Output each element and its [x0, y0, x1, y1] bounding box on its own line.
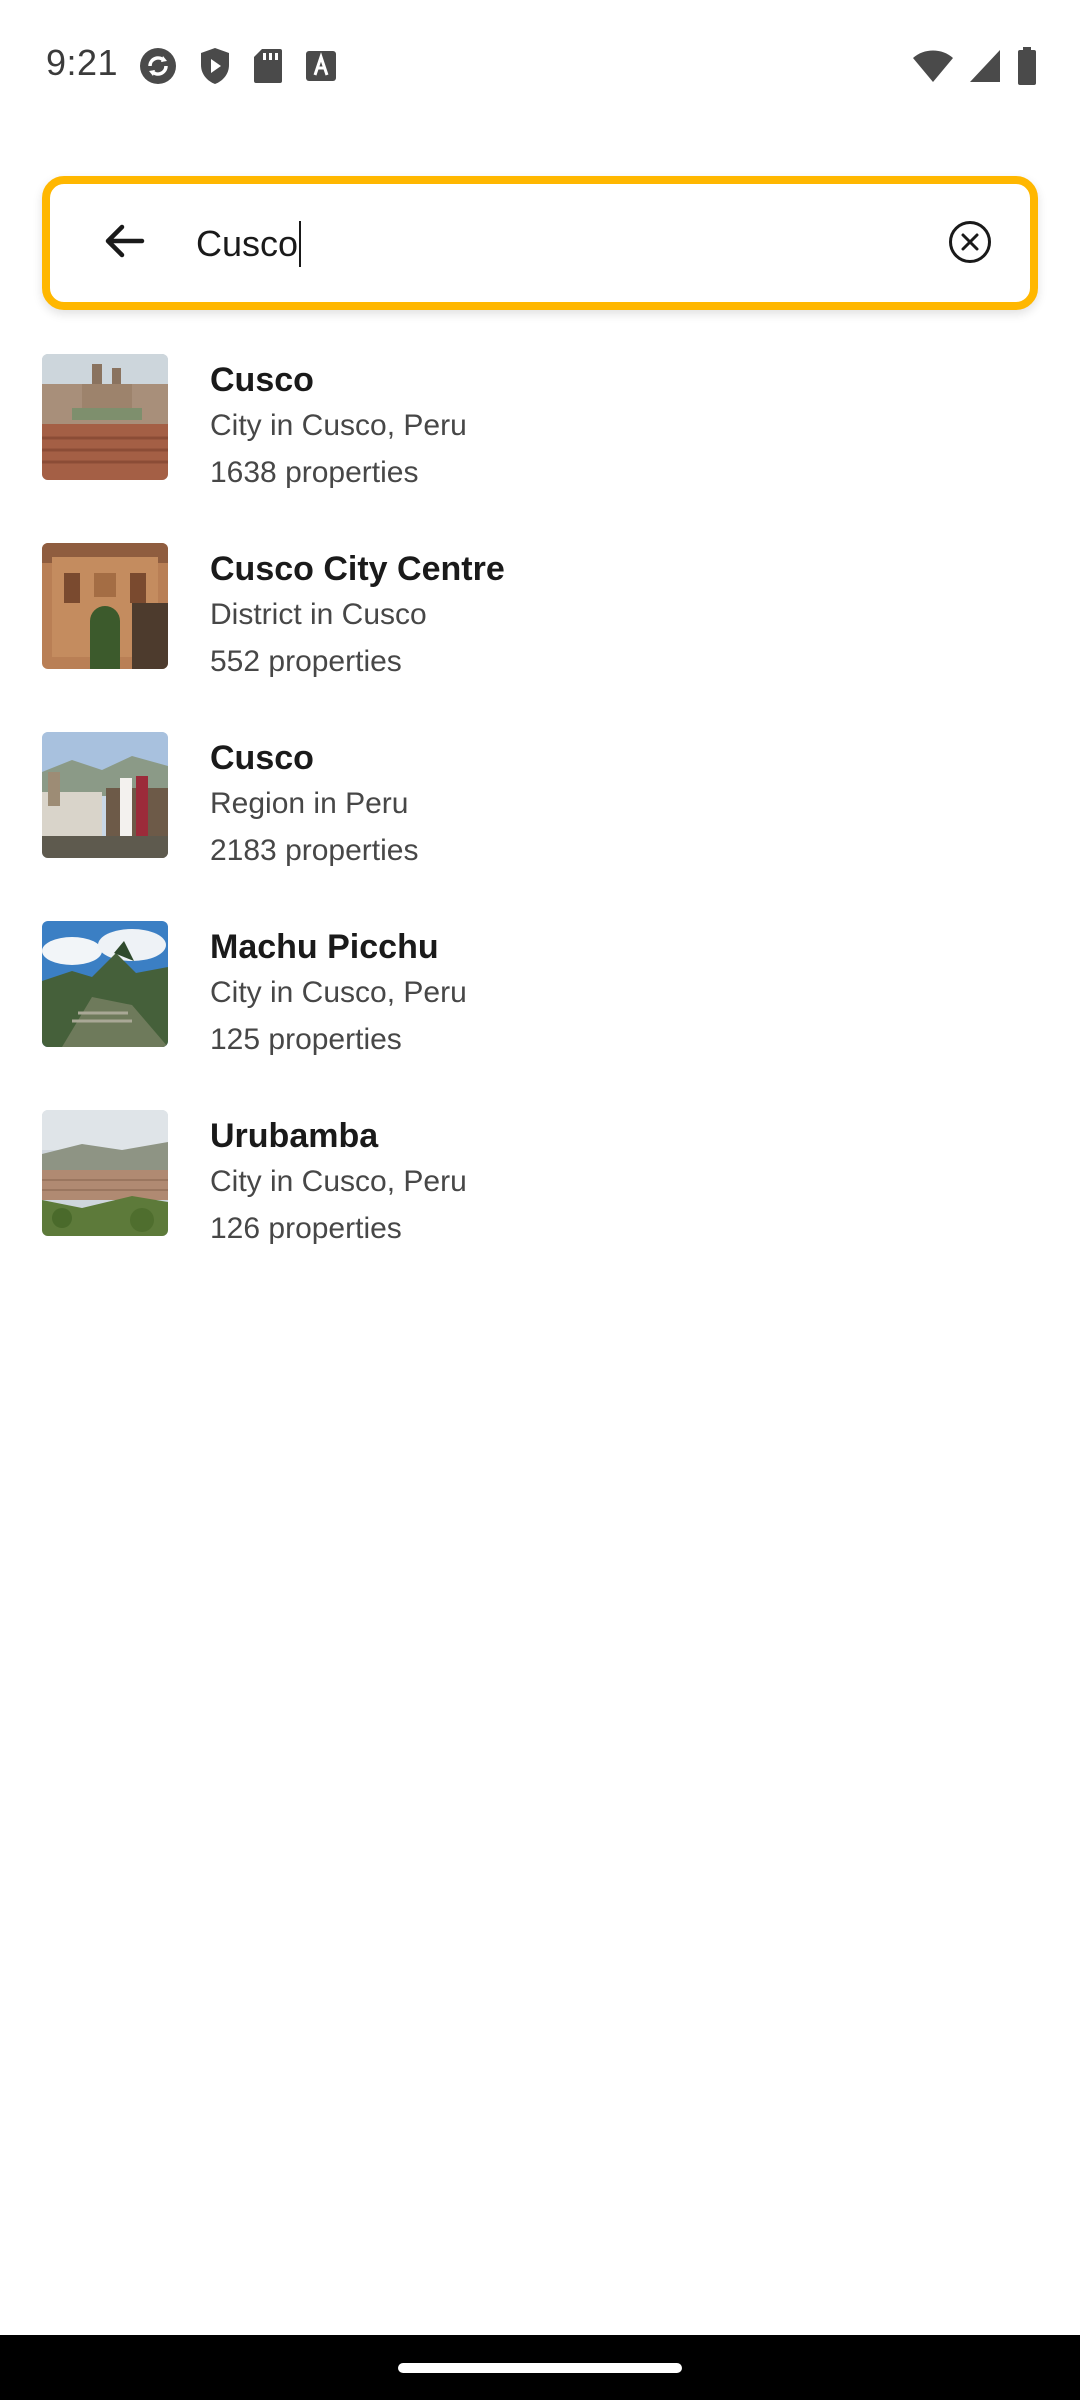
cusco-city-photo — [42, 354, 168, 480]
cellular-signal-icon — [968, 48, 1002, 84]
shield-play-icon — [198, 46, 232, 86]
sync-icon — [138, 46, 178, 86]
search-input[interactable]: Cusco — [196, 214, 302, 274]
status-time: 9:21 — [46, 42, 119, 83]
result-item-urubamba[interactable]: Urubamba City in Cusco, Peru 126 propert… — [0, 1096, 1080, 1285]
result-subtitle: District in Cusco — [210, 598, 427, 631]
urubamba-valley-photo — [42, 1110, 168, 1236]
result-text: Cusco City in Cusco, Peru 1638 propertie… — [210, 356, 467, 496]
result-text: Cusco City Centre District in Cusco 552 … — [210, 545, 505, 685]
battery-icon — [1016, 46, 1038, 86]
result-property-count: 1638 properties — [210, 456, 419, 489]
result-item-cusco-region[interactable]: Cusco Region in Peru 2183 properties — [0, 718, 1080, 907]
result-property-count: 552 properties — [210, 645, 402, 678]
status-system-icons — [912, 46, 1038, 86]
search-input-value: Cusco — [196, 223, 299, 264]
cusco-region-photo — [42, 732, 168, 858]
result-subtitle: City in Cusco, Peru — [210, 976, 467, 1009]
sd-card-icon — [252, 47, 284, 85]
result-property-count: 2183 properties — [210, 834, 419, 867]
result-title: Cusco — [210, 361, 314, 399]
cathedral-photo — [42, 543, 168, 669]
clear-circle-icon — [947, 219, 993, 270]
status-bar: 9:21 — [0, 0, 1080, 132]
home-indicator[interactable] — [398, 2363, 682, 2373]
search-results-list: Cusco City in Cusco, Peru 1638 propertie… — [0, 340, 1080, 1285]
wifi-icon — [912, 48, 954, 84]
result-title: Cusco City Centre — [210, 550, 505, 588]
result-property-count: 125 properties — [210, 1023, 402, 1056]
result-property-count: 126 properties — [210, 1212, 402, 1245]
result-subtitle: City in Cusco, Peru — [210, 1165, 467, 1198]
arrow-back-icon — [100, 217, 148, 270]
result-item-cusco-city[interactable]: Cusco City in Cusco, Peru 1638 propertie… — [0, 340, 1080, 529]
machu-picchu-photo — [42, 921, 168, 1047]
result-text: Urubamba City in Cusco, Peru 126 propert… — [210, 1112, 467, 1252]
result-item-machu-picchu[interactable]: Machu Picchu City in Cusco, Peru 125 pro… — [0, 907, 1080, 1096]
result-text: Machu Picchu City in Cusco, Peru 125 pro… — [210, 923, 467, 1063]
result-title: Urubamba — [210, 1117, 379, 1155]
clear-search-button[interactable] — [944, 218, 996, 270]
system-navigation-bar — [0, 2335, 1080, 2400]
font-a-icon — [304, 49, 338, 83]
back-button[interactable] — [92, 211, 156, 275]
result-title: Machu Picchu — [210, 928, 439, 966]
result-title: Cusco — [210, 739, 314, 777]
text-caret — [299, 221, 302, 267]
search-bar: Cusco — [42, 176, 1038, 310]
result-subtitle: Region in Peru — [210, 787, 409, 820]
result-item-cusco-city-centre[interactable]: Cusco City Centre District in Cusco 552 … — [0, 529, 1080, 718]
result-text: Cusco Region in Peru 2183 properties — [210, 734, 418, 874]
screen: 9:21 Cusco Cusco City in Cusco, Peru 163… — [0, 0, 1080, 2400]
status-notification-icons — [138, 46, 338, 86]
result-subtitle: City in Cusco, Peru — [210, 409, 467, 442]
